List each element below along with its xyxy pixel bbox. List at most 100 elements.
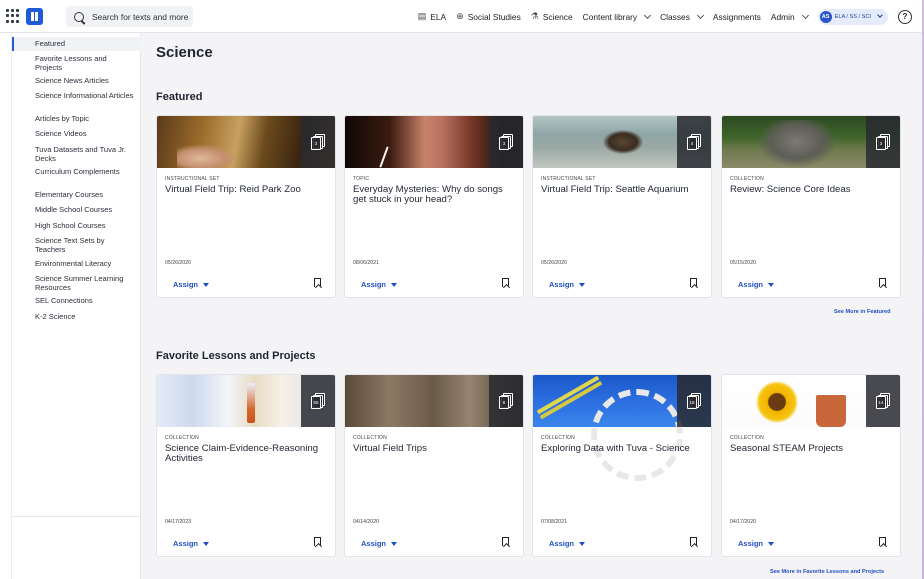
item-count-badge: 14 — [866, 375, 900, 427]
item-count-badge: 18 — [677, 375, 711, 427]
chevron-down-icon — [696, 11, 704, 19]
user-context: ELA / SS / SCI — [834, 13, 871, 20]
card-type: COLLECTION — [730, 176, 764, 182]
assign-label: Assign — [361, 539, 387, 548]
assign-button[interactable]: Assign — [549, 280, 586, 289]
nav-ela[interactable]: ▤ ELA — [418, 11, 446, 22]
sidebar-item-news-articles[interactable]: Science News Articles — [12, 76, 141, 86]
nav-assignments-label: Assignments — [712, 11, 761, 22]
apps-grid-icon[interactable] — [6, 9, 20, 23]
item-count-badge: 3 — [489, 116, 523, 168]
content-card[interactable]: 18 COLLECTION Exploring Data with Tuva -… — [532, 374, 712, 557]
bookmark-icon[interactable] — [879, 537, 886, 546]
assign-button[interactable]: Assign — [738, 539, 775, 548]
content-card[interactable]: 4 INSTRUCTIONAL SET Virtual Field Trip: … — [532, 115, 712, 298]
item-count: 3 — [311, 137, 321, 150]
nav-science-label: Science — [542, 11, 573, 22]
sidebar-item-label: SEL Connections — [35, 296, 93, 305]
card-type: COLLECTION — [165, 435, 199, 441]
content-card[interactable]: 3 INSTRUCTIONAL SET Virtual Field Trip: … — [156, 115, 336, 298]
content-card[interactable]: 14 COLLECTION Seasonal STEAM Projects 04… — [721, 374, 901, 557]
caret-down-icon — [768, 282, 775, 287]
assign-button[interactable]: Assign — [738, 280, 775, 289]
bookmark-icon[interactable] — [314, 537, 321, 546]
bookmark-icon[interactable] — [502, 537, 509, 546]
assign-label: Assign — [549, 539, 575, 548]
sidebar-item-videos[interactable]: Science Videos — [12, 129, 141, 139]
content-card[interactable]: 3 COLLECTION Review: Science Core Ideas … — [721, 115, 901, 298]
item-count-badge: 4 — [677, 116, 711, 168]
sidebar-item-label: Middle School Courses — [35, 205, 113, 214]
nav-social-studies[interactable]: ⊕ Social Studies — [456, 11, 521, 22]
sidebar-item-tuva[interactable]: Tuva Datasets and Tuva Jr. Decks — [12, 145, 141, 163]
sidebar-item-curriculum[interactable]: Curriculum Complements — [12, 167, 141, 177]
bookmark-icon[interactable] — [690, 537, 697, 546]
card-date: 04/17/2020 — [730, 519, 756, 525]
see-more-favorites-link[interactable]: See More in Favorite Lessons and Project… — [770, 569, 884, 575]
globe-icon: ⊕ — [456, 11, 464, 21]
card-title[interactable]: Virtual Field Trip: Seattle Aquarium — [541, 185, 701, 195]
bookmark-icon[interactable] — [314, 278, 321, 287]
sidebar-item-favorite-lessons[interactable]: Favorite Lessons and Projects — [12, 54, 141, 72]
bookmark-icon[interactable] — [690, 278, 697, 287]
card-title[interactable]: Exploring Data with Tuva - Science — [541, 444, 701, 454]
nav-content-library[interactable]: Content library — [583, 11, 652, 22]
sidebar-item-summer[interactable]: Science Summer Learning Resources — [12, 274, 141, 292]
sidebar-item-label: High School Courses — [35, 221, 106, 230]
card-type: COLLECTION — [353, 435, 387, 441]
card-title[interactable]: Virtual Field Trips — [353, 444, 513, 454]
sidebar-item-high-school[interactable]: High School Courses — [12, 221, 141, 231]
see-more-featured-link[interactable]: See More in Featured — [834, 309, 891, 315]
assign-button[interactable]: Assign — [549, 539, 586, 548]
card-type: INSTRUCTIONAL SET — [165, 176, 220, 182]
search-icon — [74, 11, 84, 22]
assign-button[interactable]: Assign — [361, 539, 398, 548]
assign-button[interactable]: Assign — [173, 280, 210, 289]
sidebar-item-label: Tuva Datasets and Tuva Jr. Decks — [35, 145, 127, 163]
sidebar-item-environmental[interactable]: Environmental Literacy — [12, 259, 141, 269]
card-title[interactable]: Seasonal STEAM Projects — [730, 444, 890, 454]
nav-social-studies-label: Social Studies — [467, 11, 521, 22]
card-type: COLLECTION — [730, 435, 764, 441]
content-card[interactable]: 55 COLLECTION Science Claim-Evidence-Rea… — [156, 374, 336, 557]
sidebar-item-featured[interactable]: Featured — [12, 37, 141, 51]
sidebar-item-label: Science Summer Learning Resources — [35, 274, 124, 292]
sidebar-item-informational-articles[interactable]: Science Informational Articles — [12, 91, 141, 101]
assign-label: Assign — [173, 539, 199, 548]
assign-label: Assign — [738, 539, 764, 548]
search-input[interactable]: Search for texts and more — [66, 6, 193, 27]
card-title[interactable]: Everyday Mysteries: Why do songs get stu… — [353, 185, 513, 204]
nav-classes-label: Classes — [660, 11, 690, 22]
caret-down-icon — [391, 541, 398, 546]
assign-button[interactable]: Assign — [173, 539, 210, 548]
left-rail — [0, 33, 12, 579]
sidebar-item-label: Science Text Sets by Teachers — [35, 236, 105, 254]
sidebar-item-text-sets[interactable]: Science Text Sets by Teachers — [12, 236, 141, 254]
content-card[interactable]: 8 COLLECTION Virtual Field Trips 04/14/2… — [344, 374, 524, 557]
sidebar-item-label: Articles by Topic — [35, 114, 90, 123]
card-type: TOPIC — [353, 176, 370, 182]
search-placeholder: Search for texts and more — [92, 11, 189, 22]
nav-classes[interactable]: Classes — [660, 11, 704, 22]
content-card[interactable]: 3 TOPIC Everyday Mysteries: Why do songs… — [344, 115, 524, 298]
sidebar-item-articles-by-topic[interactable]: Articles by Topic — [12, 114, 141, 124]
item-count-badge: 3 — [301, 116, 335, 168]
user-menu[interactable]: AS ELA / SS / SCI — [817, 8, 888, 25]
assign-button[interactable]: Assign — [361, 280, 398, 289]
bookmark-icon[interactable] — [502, 278, 509, 287]
card-date: 04/17/2023 — [165, 519, 191, 525]
sidebar-item-middle-school[interactable]: Middle School Courses — [12, 205, 141, 215]
card-title[interactable]: Virtual Field Trip: Reid Park Zoo — [165, 185, 325, 195]
nav-science[interactable]: ⚗ Science — [531, 11, 573, 22]
card-title[interactable]: Review: Science Core Ideas — [730, 185, 890, 195]
newsela-logo-icon[interactable] — [26, 8, 43, 25]
sidebar-item-sel[interactable]: SEL Connections — [12, 296, 141, 306]
nav-assignments[interactable]: Assignments — [713, 12, 761, 22]
sidebar-item-label: Curriculum Complements — [35, 167, 120, 176]
bookmark-icon[interactable] — [879, 278, 886, 287]
help-icon[interactable]: ? — [898, 9, 912, 24]
sidebar-item-k2[interactable]: K-2 Science — [12, 312, 141, 322]
nav-admin[interactable]: Admin — [771, 11, 809, 22]
sidebar-item-elementary[interactable]: Elementary Courses — [12, 190, 141, 200]
card-title[interactable]: Science Claim-Evidence-Reasoning Activit… — [165, 444, 325, 463]
